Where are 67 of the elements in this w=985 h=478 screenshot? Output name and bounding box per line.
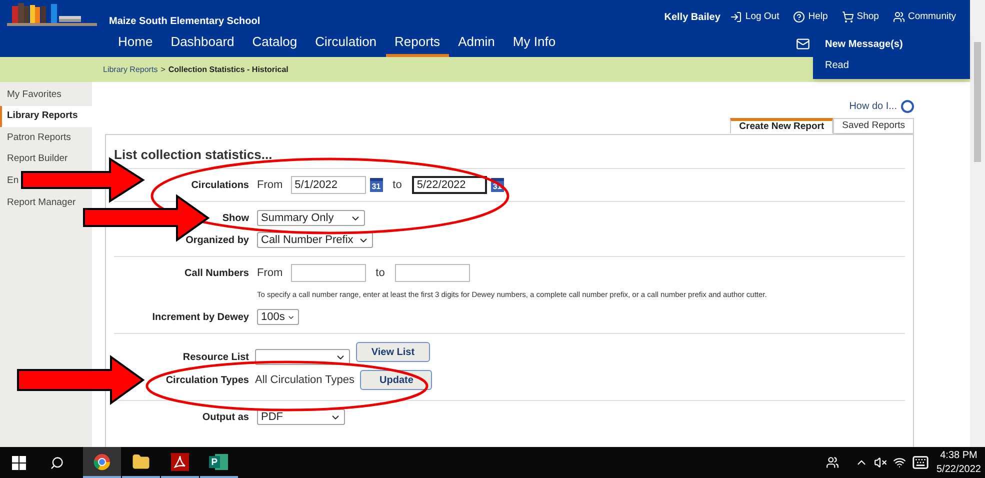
calendar-icon[interactable]: 31 bbox=[370, 178, 383, 192]
select-field[interactable]: Call Number Prefix bbox=[257, 232, 373, 248]
input-field[interactable] bbox=[394, 264, 470, 282]
sidebar-item[interactable]: Report Manager bbox=[0, 192, 77, 214]
input-field[interactable]: 5/1/2022 bbox=[290, 176, 366, 194]
sidebar-item[interactable]: My Favorites bbox=[0, 84, 62, 106]
people-icon bbox=[892, 11, 905, 23]
header-link[interactable]: Community bbox=[892, 10, 956, 24]
publisher-icon bbox=[209, 452, 229, 470]
sidebar-item[interactable]: Patron Reports bbox=[0, 127, 72, 149]
field-label: Show bbox=[222, 212, 249, 226]
nav-tab[interactable]: Admin bbox=[449, 32, 504, 57]
taskbar-app[interactable] bbox=[83, 447, 121, 478]
clock-time: 4:38 PM bbox=[940, 448, 978, 462]
nav-tab[interactable]: Home bbox=[109, 32, 162, 57]
sidebar-item[interactable]: En bbox=[0, 170, 20, 192]
to-label: to bbox=[392, 178, 402, 193]
breadcrumb-link[interactable]: Library Reports bbox=[103, 64, 158, 76]
muted-volume-icon[interactable] bbox=[874, 456, 886, 469]
circulation-types-value: All Circulation Types bbox=[255, 372, 354, 388]
breadcrumb-current: Collection Statistics - Historical bbox=[168, 64, 288, 76]
field-label: Circulations bbox=[191, 178, 249, 192]
sidebar-item[interactable]: Report Builder bbox=[0, 148, 69, 170]
menu-item[interactable]: New Message(s) bbox=[813, 34, 970, 55]
nav-tab[interactable]: Catalog bbox=[243, 32, 306, 57]
menu-item[interactable]: Read bbox=[813, 55, 970, 76]
from-label: From bbox=[257, 266, 283, 281]
nav-tab[interactable]: Dashboard bbox=[162, 32, 244, 57]
report-tab[interactable]: Saved Reports bbox=[833, 118, 914, 134]
form-title: List collection statistics... bbox=[114, 146, 272, 164]
input-field[interactable]: 5/22/2022 bbox=[412, 176, 487, 194]
search-icon[interactable] bbox=[50, 456, 64, 470]
scrollbar[interactable] bbox=[970, 0, 985, 447]
mail-icon[interactable] bbox=[796, 37, 810, 51]
select-field[interactable]: 100s bbox=[257, 309, 299, 325]
people-icon[interactable] bbox=[826, 456, 838, 469]
folder-icon bbox=[132, 452, 150, 470]
clock-date: 5/22/2022 bbox=[936, 462, 981, 476]
input-field[interactable] bbox=[290, 264, 366, 282]
report-tab[interactable]: Create New Report bbox=[730, 118, 834, 134]
school-name: Maize South Elementary School bbox=[109, 14, 260, 28]
browser-icon bbox=[93, 452, 111, 470]
logout-icon bbox=[730, 11, 742, 23]
header-link[interactable]: Shop bbox=[842, 10, 879, 24]
breadcrumb-separator: > bbox=[160, 64, 166, 76]
sidebar-item[interactable]: Library Reports bbox=[0, 106, 92, 128]
update-button[interactable]: Update bbox=[360, 370, 432, 390]
header-link[interactable]: Help bbox=[793, 10, 828, 24]
field-label: Increment by Dewey bbox=[152, 310, 249, 324]
how-do-i-link[interactable]: How do I... bbox=[849, 98, 897, 114]
windows-icon[interactable] bbox=[12, 456, 26, 470]
header-link[interactable]: Log Out bbox=[730, 10, 780, 24]
from-label: From bbox=[257, 178, 283, 193]
nav-tab[interactable]: Circulation bbox=[306, 32, 386, 57]
to-label: to bbox=[376, 266, 385, 281]
select-field[interactable]: Summary Only bbox=[257, 210, 365, 226]
keyboard-icon[interactable] bbox=[912, 454, 928, 471]
user-name: Kelly Bailey bbox=[664, 10, 720, 24]
field-label: Organized by bbox=[186, 234, 249, 248]
field-label: Resource List bbox=[182, 351, 249, 365]
view-list-button[interactable]: View List bbox=[356, 342, 430, 362]
cart-icon bbox=[842, 11, 854, 23]
field-label: Call Numbers bbox=[184, 266, 249, 280]
nav-tab[interactable]: My Info bbox=[504, 32, 565, 57]
pdf-icon bbox=[171, 452, 189, 470]
field-label: Circulation Types bbox=[166, 374, 249, 388]
field-label: Output as bbox=[202, 410, 249, 424]
